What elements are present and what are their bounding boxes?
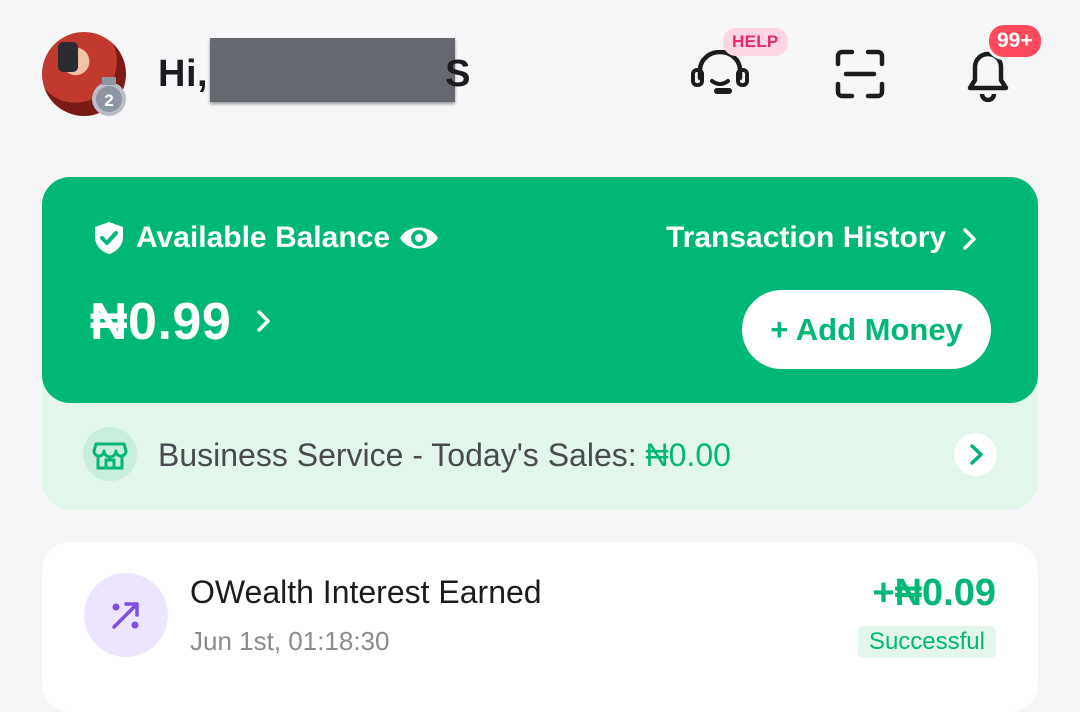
todays-sales-value: ₦0.00 [645,437,731,473]
scan-icon[interactable] [834,48,886,100]
store-icon [92,442,128,470]
greeting: Hi, S [158,38,471,102]
business-service-label: Business Service - Today's Sales: [158,437,646,473]
greeting-suffix: S [445,53,471,96]
help-badge[interactable]: HELP [723,28,788,56]
business-service-text: Business Service - Today's Sales: ₦0.00 [158,437,731,474]
headset-icon[interactable] [690,50,750,96]
redacted-username [210,38,456,102]
notifications-badge: 99+ [986,22,1044,60]
add-money-button[interactable]: + Add Money [742,290,991,369]
eye-icon[interactable] [398,222,440,254]
transaction-history-link[interactable]: Transaction History [666,221,946,255]
chevron-right-icon[interactable] [254,306,274,336]
transaction-amount: +₦0.09 [872,572,996,614]
transaction-status-badge: Successful [857,626,996,658]
balance-amount[interactable]: ₦0.99 [90,292,231,352]
available-balance-label: Available Balance [136,221,391,254]
chevron-right-icon [970,444,983,465]
business-service-arrow[interactable] [954,433,997,476]
medal-rank: 2 [104,91,113,110]
greeting-prefix: Hi, [158,53,209,96]
medal-badge-icon: 2 [92,77,126,116]
transaction-date: Jun 1st, 01:18:30 [190,626,390,656]
chevron-right-icon[interactable] [960,226,980,252]
shield-check-icon [95,222,123,254]
percent-arrow-icon [112,602,139,629]
transaction-title[interactable]: OWealth Interest Earned [190,574,542,611]
